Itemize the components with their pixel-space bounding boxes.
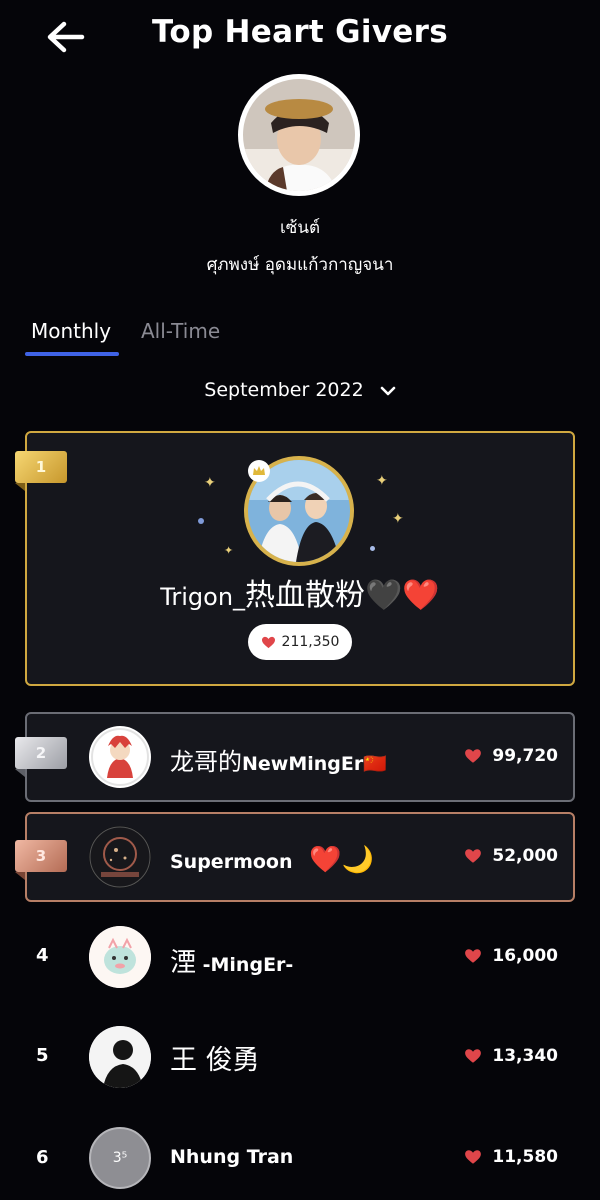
rank-3-avatar[interactable] xyxy=(89,826,151,888)
rank-badge-fold xyxy=(15,483,25,491)
rank-1-name: Trigon_热血散粉🖤❤️ xyxy=(0,570,600,614)
rank-3-badge: 3 xyxy=(15,840,67,872)
tab-all-time[interactable]: All-Time xyxy=(141,319,220,343)
rank-3-name: Supermoon ❤️🌙 xyxy=(170,845,374,875)
heart-icon xyxy=(465,849,482,863)
rank-badge-fold xyxy=(15,769,25,777)
rank-2-score: 99,720 xyxy=(492,746,558,766)
header: Top Heart Givers xyxy=(0,0,600,72)
rank-5-number: 5 xyxy=(36,1045,49,1066)
sparkle-icon: ✦ xyxy=(392,511,404,527)
chevron-down-icon xyxy=(380,386,396,395)
rank-3-name-main: Supermoon xyxy=(170,851,293,873)
dot-decoration xyxy=(370,546,375,551)
rank-2-name-emoji: 🇨🇳 xyxy=(363,753,387,775)
heart-icon xyxy=(465,949,482,963)
rank-5-score: 13,340 xyxy=(492,1046,558,1066)
active-tab-indicator xyxy=(25,352,119,356)
rank-5-name: 王 俊勇 xyxy=(170,1045,260,1076)
period-label: September 2022 xyxy=(204,379,364,401)
sparkle-icon: ✦ xyxy=(376,473,388,489)
rank-2-name: 龙哥的NewMingEr🇨🇳 xyxy=(170,742,387,777)
creator-avatar[interactable] xyxy=(238,74,360,196)
period-selector[interactable]: September 2022 xyxy=(0,379,600,401)
rank-1-name-prefix: Trigon_ xyxy=(160,583,246,611)
rank-6-name: Nhung Tran xyxy=(170,1146,294,1168)
rank-4-number: 4 xyxy=(36,945,49,966)
rank-4-name: 湮 -MingEr- xyxy=(170,942,293,979)
rank-6-number: 6 xyxy=(36,1147,49,1168)
rank-4-score-group: 16,000 xyxy=(464,946,558,966)
creator-nickname: เซ้นต์ xyxy=(279,218,320,238)
rank-2-name-suffix: NewMingEr xyxy=(242,753,364,775)
rank-6-score-group: 11,580 xyxy=(464,1147,558,1167)
rank-2-badge: 2 xyxy=(15,737,67,769)
rank-1-name-main: 热血散粉 xyxy=(245,578,366,613)
rank-3-name-emoji: ❤️🌙 xyxy=(309,845,374,875)
rank-4-score: 16,000 xyxy=(492,946,558,966)
rank-5-score-group: 13,340 xyxy=(464,1046,558,1066)
rank-1-name-emoji: 🖤❤️ xyxy=(365,578,440,613)
rank-1-score: 211,350 xyxy=(281,634,340,650)
rank-2-name-main: 龙哥的 xyxy=(170,748,242,776)
rank-2-score-group: 99,720 xyxy=(464,746,558,766)
tab-monthly[interactable]: Monthly xyxy=(31,319,111,343)
rank-3-score-group: 52,000 xyxy=(464,846,558,866)
rank-4-avatar[interactable] xyxy=(89,926,151,988)
rank-badge-fold xyxy=(15,872,25,880)
heart-icon xyxy=(261,636,275,648)
heart-icon xyxy=(465,1150,482,1164)
sparkle-icon: ✦ xyxy=(204,475,216,491)
rank-6-score: 11,580 xyxy=(492,1147,558,1167)
sparkle-icon: ✦ xyxy=(224,544,234,557)
dot-decoration xyxy=(198,518,204,524)
rank-1-score-pill: 211,350 xyxy=(248,624,352,660)
creator-full-name: ศุภพงษ์ อุดมแก้วกาญจนา xyxy=(206,255,394,275)
rank-1-badge: 1 xyxy=(15,451,67,483)
rank-4-name-suffix: -MingEr- xyxy=(196,954,294,976)
rank-5-avatar[interactable] xyxy=(89,1026,151,1088)
rank-6-avatar[interactable]: 3⁵ xyxy=(89,1127,151,1189)
heart-icon xyxy=(465,1049,482,1063)
crown-icon xyxy=(248,460,270,482)
rank-2-avatar[interactable] xyxy=(89,726,151,788)
heart-icon xyxy=(465,749,482,763)
rank-3-score: 52,000 xyxy=(492,846,558,866)
rank-4-name-main: 湮 xyxy=(170,948,197,978)
page-title: Top Heart Givers xyxy=(152,14,448,50)
